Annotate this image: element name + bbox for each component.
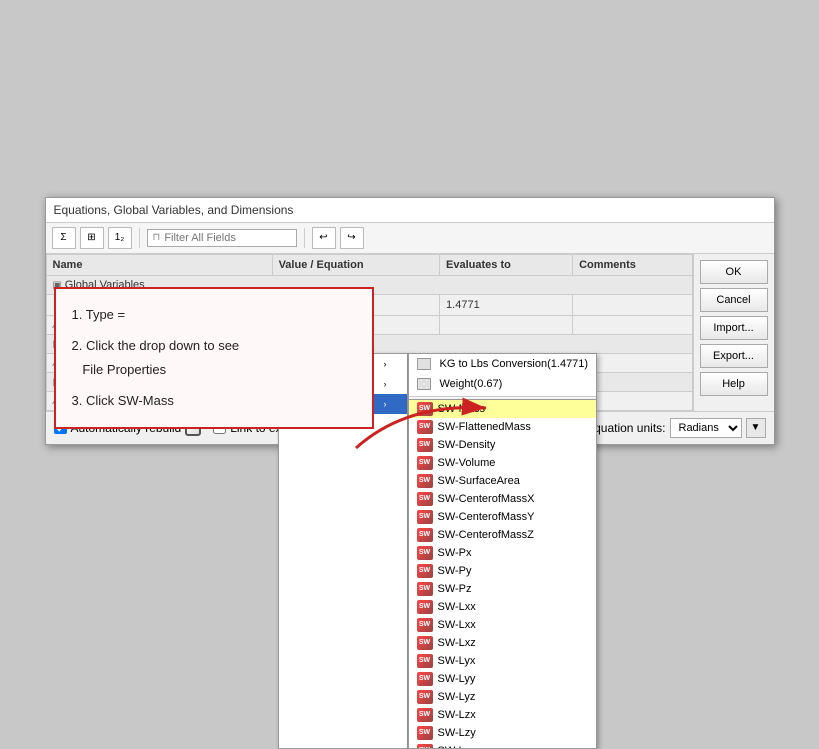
sw-lyz-icon: SW <box>417 690 433 704</box>
filter-input-wrapper: ⊓ <box>147 229 297 247</box>
arrow-icon-2: › <box>384 399 387 409</box>
sw-flat-icon: SW <box>417 420 433 434</box>
sw-item-lyy[interactable]: SW SW-Lyy <box>409 670 597 688</box>
instruction-line1: 1. Type = <box>72 303 356 326</box>
sw-lxz-icon: SW <box>417 636 433 650</box>
separator1 <box>139 228 140 248</box>
sw-mass-icon: SW <box>417 402 433 416</box>
sw-lzy-icon: SW <box>417 726 433 740</box>
sw-px-icon: SW <box>417 546 433 560</box>
sw-lzz-icon: SW <box>417 744 433 749</box>
units-dropdown-btn[interactable]: ▼ <box>746 418 766 438</box>
file-props-submenu-wrapper: KG to Lbs Conversion(1.4771) Weight(0.67… <box>408 353 598 749</box>
sw-lxx2-icon: SW <box>417 618 433 632</box>
sw-lzx-icon: SW <box>417 708 433 722</box>
sw-properties-menu[interactable]: SW SW-Mass SW SW-FlattenedMass SW SW-Den… <box>408 399 598 749</box>
filter-icon: ⊓ <box>153 232 161 243</box>
sw-pz-icon: SW <box>417 582 433 596</box>
col-comments: Comments <box>573 254 692 275</box>
sw-item-lyx[interactable]: SW SW-Lyx <box>409 652 597 670</box>
sw-lyx-icon: SW <box>417 654 433 668</box>
file-props-top-menu: KG to Lbs Conversion(1.4771) Weight(0.67… <box>408 353 598 399</box>
toolbar: Σ ⊞ 1₂ ⊓ ↩ ↪ <box>46 223 774 254</box>
cell-comments <box>573 294 692 315</box>
sub-item-kg-lbs[interactable]: KG to Lbs Conversion(1.4771) <box>409 354 597 374</box>
col-evaluates: Evaluates to <box>440 254 573 275</box>
sw-item-comy[interactable]: SW SW-CenterofMassY <box>409 508 597 526</box>
sub-separator <box>409 396 597 397</box>
sw-py-icon: SW <box>417 564 433 578</box>
sw-item-lzz[interactable]: SW SW-Lzz <box>409 742 597 749</box>
sw-item-lyz[interactable]: SW SW-Lyz <box>409 688 597 706</box>
sw-item-mass[interactable]: SW SW-Mass <box>409 400 597 418</box>
cell-evaluates: 1.4771 <box>440 294 573 315</box>
sw-item-pz[interactable]: SW SW-Pz <box>409 580 597 598</box>
sw-item-lzy[interactable]: SW SW-Lzy <box>409 724 597 742</box>
filter-field[interactable] <box>164 232 274 244</box>
sw-surfacearea-icon: SW <box>417 474 433 488</box>
arrow-icon-0: › <box>384 359 387 369</box>
sw-density-icon: SW <box>417 438 433 452</box>
instruction-line3: 3. Click SW-Mass <box>72 389 356 412</box>
sub-item-weight[interactable]: Weight(0.67) <box>409 374 597 394</box>
global-vars-btn[interactable]: ⊞ <box>80 227 104 249</box>
sw-comz-icon: SW <box>417 528 433 542</box>
sw-lyy-icon: SW <box>417 672 433 686</box>
col-name: Name <box>46 254 272 275</box>
sw-item-density[interactable]: SW SW-Density <box>409 436 597 454</box>
title-bar: Equations, Global Variables, and Dimensi… <box>46 198 774 223</box>
sw-item-lxz[interactable]: SW SW-Lxz <box>409 634 597 652</box>
sw-item-py[interactable]: SW SW-Py <box>409 562 597 580</box>
dim-btn[interactable]: 1₂ <box>108 227 132 249</box>
instruction-line2: 2. Click the drop down to see File Prope… <box>72 334 356 381</box>
cancel-button[interactable]: Cancel <box>700 288 768 312</box>
import-button[interactable]: Import... <box>700 316 768 340</box>
sw-item-surfacearea[interactable]: SW SW-SurfaceArea <box>409 472 597 490</box>
dialog-title: Equations, Global Variables, and Dimensi… <box>54 203 294 217</box>
sw-item-comz[interactable]: SW SW-CenterofMassZ <box>409 526 597 544</box>
sw-comy-icon: SW <box>417 510 433 524</box>
sw-item-px[interactable]: SW SW-Px <box>409 544 597 562</box>
help-button[interactable]: Help <box>700 372 768 396</box>
instruction-box: 1. Type = 2. Click the drop down to see … <box>54 287 374 429</box>
ok-button[interactable]: OK <box>700 260 768 284</box>
table-header-row: Name Value / Equation Evaluates to Comme… <box>46 254 692 275</box>
sw-item-flattenedmass[interactable]: SW SW-FlattenedMass <box>409 418 597 436</box>
dialog: Equations, Global Variables, and Dimensi… <box>45 197 775 445</box>
arrow-icon-1: › <box>384 379 387 389</box>
col-equation: Value / Equation <box>272 254 439 275</box>
angular-units-select[interactable]: Radians Degrees <box>670 418 742 438</box>
export-button[interactable]: Export... <box>700 344 768 368</box>
sw-item-comx[interactable]: SW SW-CenterofMassX <box>409 490 597 508</box>
separator2 <box>304 228 305 248</box>
sw-volume-icon: SW <box>417 456 433 470</box>
sw-lxx1-icon: SW <box>417 600 433 614</box>
sw-item-volume[interactable]: SW SW-Volume <box>409 454 597 472</box>
sw-item-lzx[interactable]: SW SW-Lzx <box>409 706 597 724</box>
table-icon-0 <box>417 358 431 370</box>
table-icon-1 <box>417 378 431 390</box>
sw-comx-icon: SW <box>417 492 433 506</box>
redo-btn[interactable]: ↪ <box>340 227 364 249</box>
sigma-btn[interactable]: Σ <box>52 227 76 249</box>
undo-btn[interactable]: ↩ <box>312 227 336 249</box>
sw-item-lxx2[interactable]: SW SW-Lxx <box>409 616 597 634</box>
sw-item-lxx1[interactable]: SW SW-Lxx <box>409 598 597 616</box>
side-buttons: OK Cancel Import... Export... Help <box>694 254 774 411</box>
